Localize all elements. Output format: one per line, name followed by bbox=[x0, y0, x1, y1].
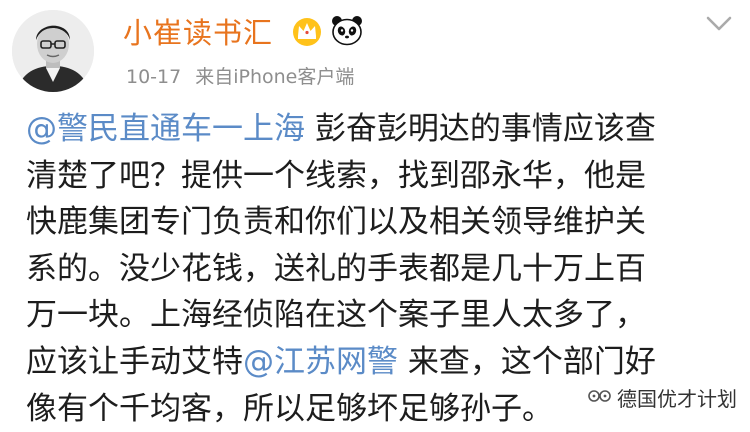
post-text: 清楚了吧？提供一个线索，找到邵永华，他是 bbox=[26, 157, 646, 194]
avatar[interactable] bbox=[12, 10, 94, 92]
panda-icon bbox=[330, 13, 364, 47]
post-text: 彭奋彭明达的事情应该查 bbox=[305, 111, 656, 147]
post-line-1: @警民直通车一上海 彭奋彭明达的事情应该查 bbox=[26, 106, 738, 153]
mention-link[interactable]: @警民直通车一上海 bbox=[26, 111, 305, 147]
post-text: 万一块。上海经侦陷在这个案子里人太多了， bbox=[26, 297, 646, 334]
post-meta: 10-17 来自iPhone客户端 bbox=[126, 62, 354, 89]
watermark-text: 德国优才计划 bbox=[617, 387, 737, 411]
watermark: 德国优才计划 bbox=[583, 381, 741, 414]
username[interactable]: 小崔读书汇 bbox=[123, 10, 273, 52]
wechat-channel-icon bbox=[587, 385, 613, 411]
post-text: 快鹿集团专门负责和你们以及相关领导维护关 bbox=[26, 204, 646, 241]
post-text: 像有个千均客，所以足够坏足够孙子。 bbox=[26, 390, 553, 427]
chevron-down-icon[interactable] bbox=[704, 13, 734, 35]
post-line-4: 系的。没少花钱，送礼的手表都是几十万上百 bbox=[26, 246, 738, 293]
post-date: 10-17 bbox=[126, 66, 182, 88]
post-line-5: 万一块。上海经侦陷在这个案子里人太多了， bbox=[26, 292, 738, 339]
crown-icon bbox=[290, 14, 324, 48]
post-line-3: 快鹿集团专门负责和你们以及相关领导维护关 bbox=[26, 199, 738, 246]
post-text: 来查，这个部门好 bbox=[398, 343, 656, 380]
avatar-portrait bbox=[12, 10, 94, 92]
post-line-6: 应该让手动艾特@江苏网警 来查，这个部门好 bbox=[26, 339, 738, 386]
post-text: 系的。没少花钱，送礼的手表都是几十万上百 bbox=[26, 250, 646, 287]
post-source[interactable]: 来自iPhone客户端 bbox=[195, 66, 354, 88]
post-text: 应该让手动艾特 bbox=[26, 343, 243, 380]
mention-link[interactable]: @江苏网警 bbox=[243, 344, 398, 380]
post-line-2: 清楚了吧？提供一个线索，找到邵永华，他是 bbox=[26, 153, 738, 200]
